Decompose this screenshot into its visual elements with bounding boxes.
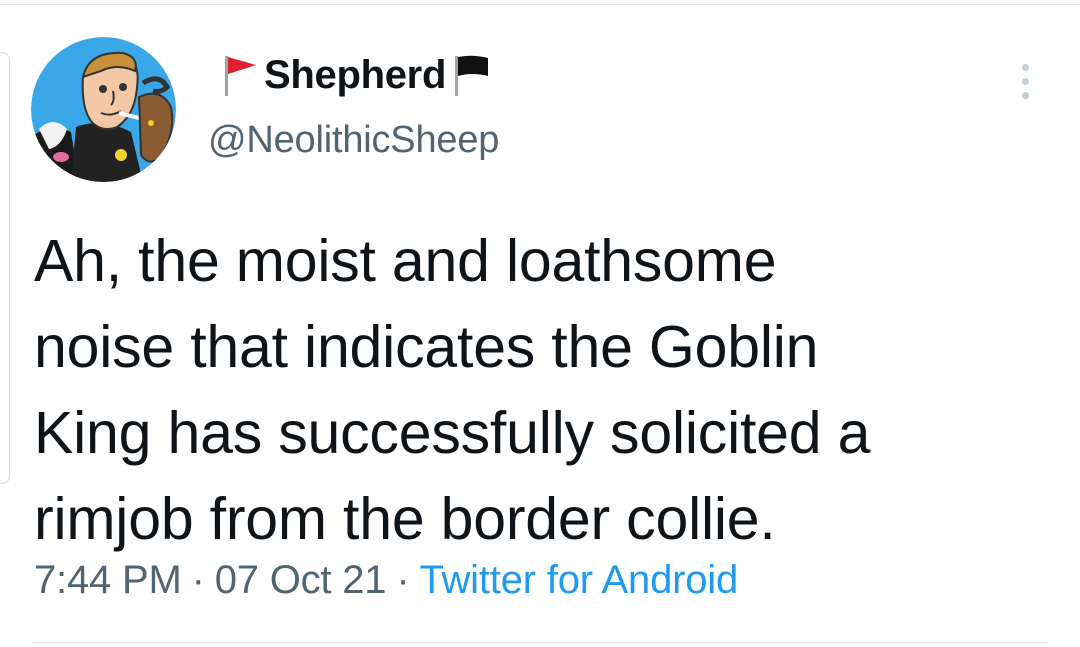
- meta-separator: ·: [396, 558, 410, 602]
- more-dot: [1021, 63, 1029, 71]
- bottom-divider: [32, 642, 1048, 643]
- tweet-meta: 7:44 PM · 07 Oct 21 · Twitter for Android: [34, 558, 738, 603]
- more-options-icon[interactable]: [1008, 58, 1042, 104]
- more-dot: [1021, 91, 1029, 99]
- author-handle[interactable]: @NeolithicSheep: [208, 119, 499, 162]
- tweet-date[interactable]: 07 Oct 21: [215, 558, 387, 602]
- more-dot: [1021, 77, 1029, 85]
- tweet-text-line: Ah, the moist and loathsome: [34, 228, 777, 294]
- display-name[interactable]: Shepherd: [264, 53, 446, 98]
- tweet-text-line: King has successfully solicited a: [34, 400, 871, 466]
- tweet-card: Shepherd @NeolithicSheep Ah, the moist a…: [0, 0, 1080, 647]
- red-flag-icon: [225, 56, 256, 96]
- black-flag-icon: [455, 55, 489, 96]
- avatar[interactable]: [31, 37, 176, 182]
- tweet-time[interactable]: 7:44 PM: [34, 558, 182, 602]
- tweet-text: Ah, the moist and loathsome noise that i…: [34, 218, 1054, 562]
- meta-separator: ·: [191, 558, 205, 602]
- tweet-text-line: rimjob from the border collie.: [34, 486, 776, 552]
- adjacent-panel-edge: [0, 52, 10, 484]
- top-divider: [0, 4, 1080, 5]
- tweet-text-line: noise that indicates the Goblin: [34, 314, 819, 380]
- tweet-source-link[interactable]: Twitter for Android: [419, 558, 738, 602]
- author-name-row[interactable]: Shepherd: [220, 50, 492, 100]
